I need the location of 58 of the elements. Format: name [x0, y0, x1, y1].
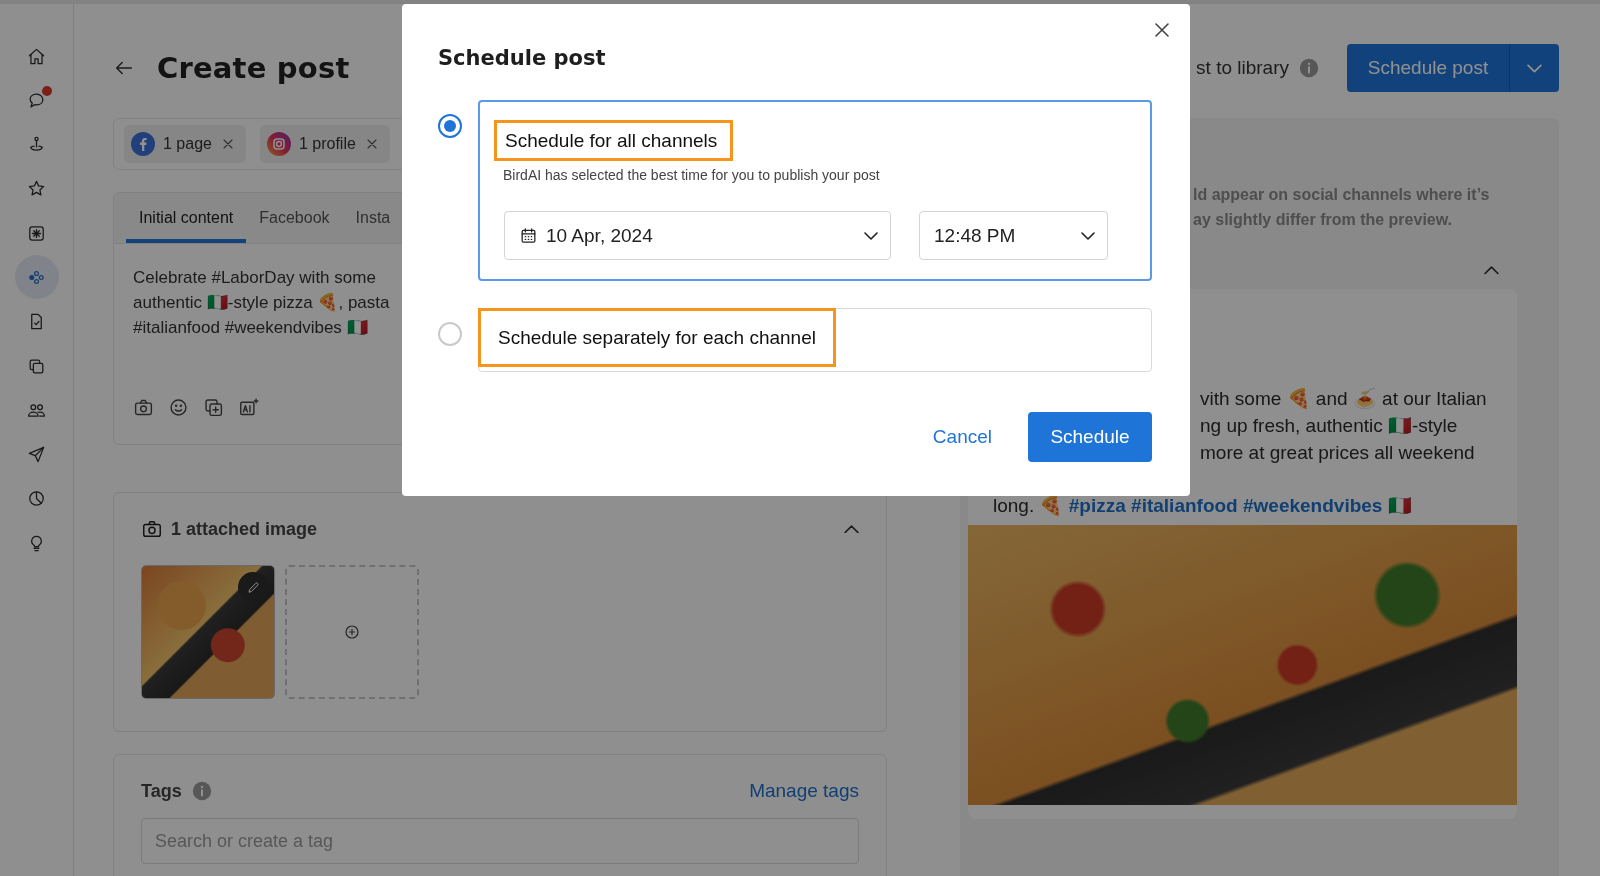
instagram-logo-icon [266, 132, 291, 156]
info-icon [1299, 58, 1319, 78]
radio-button[interactable] [438, 322, 462, 346]
schedule-button[interactable]: Schedule [1028, 412, 1152, 462]
channel-chip[interactable]: 1 profile [259, 125, 390, 163]
plus-circle-icon [343, 623, 361, 641]
editor-tab[interactable]: Facebook [246, 193, 343, 243]
tags-title: Tags [141, 780, 182, 802]
date-dropdown[interactable]: 10 Apr, 2024 [504, 211, 891, 260]
attachments-title: 1 attached image [171, 518, 318, 540]
collapse-button[interactable] [1484, 266, 1499, 275]
chevron-down-icon [864, 231, 878, 240]
emoji-button[interactable] [168, 397, 189, 418]
cancel-button[interactable]: Cancel [924, 416, 1000, 458]
channel-chip[interactable]: 1 page [124, 125, 246, 163]
channel-label: 1 page [163, 135, 212, 153]
chevron-up-icon [1484, 266, 1499, 275]
hashtag-link[interactable]: #pizza [1068, 494, 1126, 516]
ai-sparkle-icon [238, 397, 261, 418]
page-title: Create post [157, 51, 350, 85]
collapse-button[interactable] [844, 524, 859, 534]
manage-tags-link[interactable]: Manage tags [749, 780, 859, 802]
save-to-library-label[interactable]: st to library [1196, 57, 1289, 79]
hashtag-link[interactable]: #weekendvibes [1243, 494, 1383, 516]
flower-square-icon [27, 223, 46, 243]
time-dropdown[interactable]: 12:48 PM [919, 211, 1108, 260]
option-description: BirdAI has selected the best time for you to publish your post [503, 167, 881, 183]
chevron-up-icon [844, 524, 859, 534]
info-icon [191, 781, 212, 801]
home-icon [27, 46, 46, 66]
camera-icon [133, 397, 154, 418]
add-copy-icon [203, 397, 224, 418]
channel-label: 1 profile [298, 135, 356, 153]
preview-notice: ld appear on social channels where it’s ay slightly differ from the preview. [1193, 185, 1491, 230]
post-preview-text: vith some 🍕 and 🍝 at our Italian ng up fresh, authentic 🇮🇹-style more at great prices all weekend [1200, 386, 1488, 465]
dialog-title: Schedule post [438, 46, 607, 70]
paper-plane-icon [27, 445, 46, 465]
smiley-icon [168, 397, 189, 418]
editor-tab[interactable]: Insta [342, 193, 404, 243]
tag-search-field[interactable]: Search or create a tag [141, 818, 859, 864]
add-media-button[interactable] [203, 397, 224, 418]
hashtag-link[interactable]: #italianfood [1131, 494, 1238, 516]
photo-placeholder[interactable] [141, 565, 275, 699]
ai-assist-button[interactable] [238, 397, 261, 418]
option-label[interactable]: Schedule separately for each channel [478, 308, 836, 367]
post-preview-text: long. 🍕 #pizza #italianfood #weekendvibes 🇮🇹 [993, 493, 1413, 518]
radio-button[interactable] [438, 114, 462, 138]
dots-cluster-icon [27, 268, 46, 287]
facebook-logo-icon [131, 132, 155, 156]
schedule-post-button[interactable]: Schedule post [1347, 44, 1509, 92]
caret-icon [1527, 63, 1542, 73]
editor-tab[interactable]: Initial content [126, 193, 247, 243]
chevron-down-icon [1081, 231, 1095, 240]
add-photo-button[interactable] [133, 397, 154, 418]
camera-icon [141, 518, 163, 540]
pie-chart-icon [27, 489, 46, 509]
calendar-icon [519, 226, 538, 245]
option-label[interactable]: Schedule for all channels [494, 120, 734, 161]
